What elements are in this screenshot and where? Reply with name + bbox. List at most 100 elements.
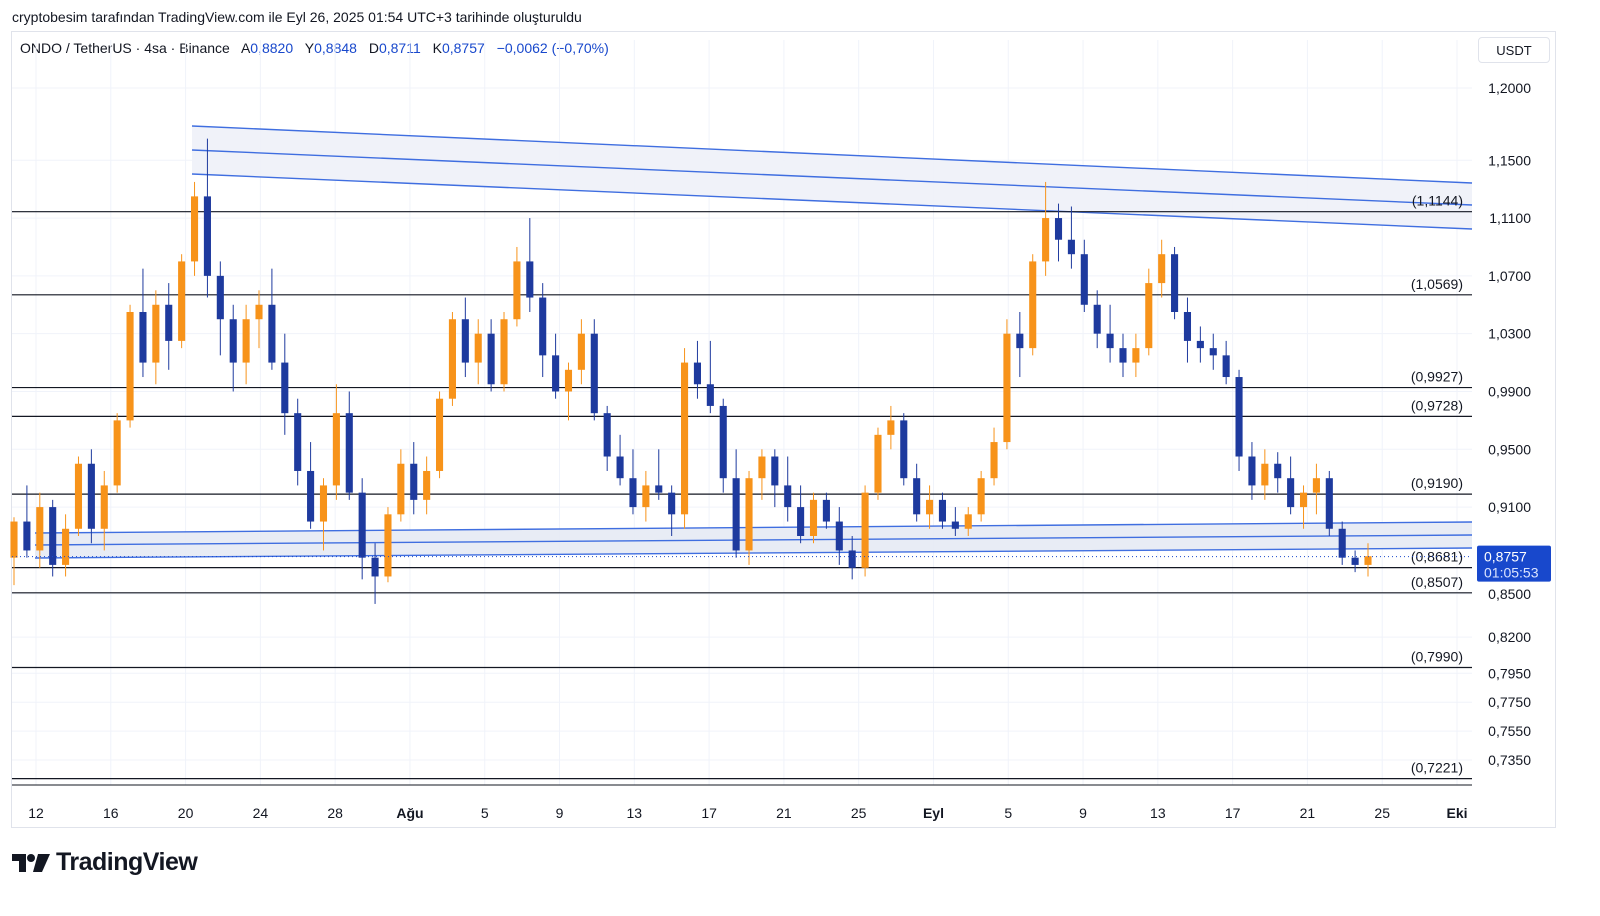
- candle-body: [1325, 478, 1333, 529]
- candle-body: [139, 312, 147, 363]
- candle-body: [629, 478, 637, 508]
- candle-body: [435, 398, 444, 471]
- y-tick-label: 0,7750: [1488, 694, 1531, 710]
- candle-body: [642, 485, 650, 508]
- y-tick-label: 0,7950: [1488, 665, 1531, 681]
- candle-body: [1145, 283, 1153, 349]
- horizontal-levels: (1,1144) (1,0569) (0,9927) (0,9728) (0,9190)…: [12, 193, 1472, 780]
- candle-body: [10, 521, 18, 558]
- candle-body: [1338, 528, 1346, 558]
- candle-body: [874, 434, 882, 493]
- candle-body: [1119, 348, 1127, 363]
- candle-body: [809, 499, 818, 536]
- candle-body: [964, 514, 972, 529]
- candle-body: [294, 413, 302, 471]
- x-tick-label: 12: [28, 805, 44, 821]
- candle-body: [74, 463, 83, 529]
- candle-body: [307, 470, 315, 522]
- candle-body: [461, 319, 469, 363]
- candle-body: [616, 456, 624, 479]
- candle-body: [1106, 333, 1114, 349]
- candle-body: [655, 485, 663, 493]
- x-tick-label: Eki: [1446, 805, 1467, 821]
- candle-body: [1312, 478, 1320, 493]
- level-label: (1,1144): [1412, 193, 1463, 209]
- y-tick-label: 0,7550: [1488, 723, 1531, 739]
- candle-body: [203, 196, 211, 276]
- candle-body: [564, 369, 573, 392]
- candle-body: [242, 319, 250, 363]
- x-tick-label: 9: [556, 805, 564, 821]
- candle-body: [1183, 312, 1192, 341]
- y-tick-label: 0,7350: [1488, 752, 1531, 768]
- price-chart[interactable]: (1,1144) (1,0569) (0,9927) (0,9728) (0,9190)…: [0, 0, 1600, 916]
- x-tick-label: 5: [481, 805, 489, 821]
- candle-body: [1261, 463, 1269, 486]
- candle-body: [268, 304, 276, 363]
- candle-body: [848, 550, 856, 568]
- candle-body: [358, 492, 366, 558]
- x-tick-label: 21: [1300, 805, 1316, 821]
- candle-body: [1080, 254, 1088, 305]
- candle-body: [113, 420, 121, 486]
- candle-body: [384, 514, 392, 577]
- level-label: (0,7221): [1411, 760, 1463, 776]
- candle-body: [410, 463, 418, 500]
- candle-body: [758, 456, 766, 479]
- x-tick-label: 20: [178, 805, 194, 821]
- candle-body: [62, 528, 70, 565]
- candle-body: [152, 304, 160, 363]
- current-price-value: 0,8757: [1484, 549, 1527, 565]
- candle-body: [332, 413, 340, 486]
- y-tick-label: 0,9100: [1488, 499, 1531, 515]
- candle-body: [1274, 463, 1282, 479]
- trend-channels: [34, 125, 1473, 559]
- candle-body: [36, 507, 44, 551]
- candle-body: [861, 492, 869, 568]
- candle-body: [1067, 239, 1075, 255]
- candle-body: [668, 492, 676, 515]
- time-axis: 12 16 20 24 28 Ağu 5 9 13 17 21 25 Eyl 5 9 13 17 21 25 Eki: [12, 784, 1472, 821]
- candle-body: [23, 521, 31, 551]
- candle-body: [977, 478, 985, 515]
- candle-body: [552, 355, 560, 392]
- candle-body: [926, 499, 934, 515]
- candle-body: [487, 333, 495, 385]
- x-tick-label: 21: [776, 805, 792, 821]
- price-axis: 1,2000 1,1500 1,1100 1,0700 1,0300 0,9900 0,95…: [1488, 80, 1531, 768]
- x-tick-label: 13: [627, 805, 643, 821]
- level-label: (0,9190): [1411, 475, 1463, 491]
- candle-body: [255, 304, 263, 320]
- candle-body: [835, 521, 843, 551]
- candle-body: [126, 312, 134, 421]
- x-tick-label: 13: [1150, 805, 1166, 821]
- candle-body: [229, 319, 237, 363]
- candle-body: [1132, 348, 1140, 363]
- candle-body: [1054, 218, 1063, 240]
- candle-body: [1364, 556, 1372, 565]
- y-tick-label: 1,1500: [1488, 152, 1531, 168]
- candle-body: [1248, 456, 1256, 486]
- candle-body: [1016, 333, 1024, 349]
- candle-body: [371, 557, 379, 577]
- tradingview-logo[interactable]: TradingView: [12, 848, 198, 877]
- x-tick-label: Ağu: [396, 805, 423, 821]
- candle-body: [1351, 557, 1359, 565]
- candle-body: [500, 319, 508, 385]
- x-tick-label: 9: [1079, 805, 1087, 821]
- level-label: (0,9927): [1411, 369, 1463, 385]
- candle-body: [474, 333, 482, 363]
- y-tick-label: 1,0300: [1488, 326, 1531, 342]
- candle-body: [951, 521, 959, 529]
- x-tick-label: 16: [103, 805, 119, 821]
- candle-body: [87, 463, 95, 529]
- x-tick-label: 28: [327, 805, 343, 821]
- candle-body: [165, 304, 173, 341]
- level-label: (0,7990): [1411, 649, 1463, 665]
- candle-body: [603, 413, 611, 457]
- candle-body: [1196, 340, 1204, 349]
- level-label: (0,9728): [1411, 397, 1463, 413]
- x-tick-label: 25: [851, 805, 867, 821]
- candle-body: [719, 405, 727, 479]
- y-tick-label: 1,0700: [1488, 268, 1531, 284]
